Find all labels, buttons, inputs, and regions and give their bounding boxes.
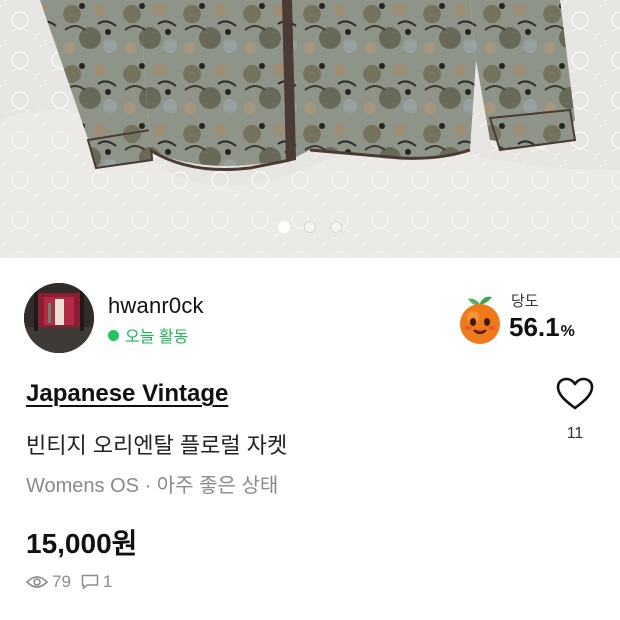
- chat-bubble-icon: [81, 574, 99, 590]
- product-title: 빈티지 오리엔탈 플로럴 자켓: [26, 433, 288, 458]
- sweetness-value: 56.1%: [509, 312, 575, 343]
- product-price: 15,000원: [26, 528, 138, 559]
- eye-icon: [26, 576, 48, 588]
- avatar-image: [24, 283, 94, 353]
- sweetness-badge[interactable]: 당도 56.1%: [456, 287, 596, 347]
- peach-face-icon: [460, 296, 500, 344]
- chat-stat: 1: [81, 572, 112, 592]
- seller-row: hwanr0ck 오늘 활동 당도 56.1%: [24, 283, 596, 353]
- chat-count: 1: [102, 572, 113, 591]
- activity-label: 오늘 활동: [125, 329, 189, 346]
- heart-icon: [556, 377, 594, 410]
- pager-dot-3[interactable]: [330, 221, 342, 233]
- brand-link[interactable]: Japanese Vintage: [26, 380, 228, 408]
- sweetness-label: 당도: [511, 293, 539, 310]
- seller-username[interactable]: hwanr0ck: [108, 293, 204, 319]
- product-photo[interactable]: [0, 0, 620, 258]
- product-stats: 79 1: [26, 572, 122, 592]
- view-stat: 79: [26, 572, 71, 592]
- view-count: 79: [52, 572, 71, 591]
- like-count: 11: [566, 425, 584, 442]
- avatar[interactable]: [24, 283, 94, 353]
- sweetness-number: 56.1: [509, 312, 560, 342]
- photo-pager: [0, 221, 620, 233]
- product-meta: Womens OS · 아주 좋은 상태: [26, 475, 279, 497]
- activity-status: 오늘 활동: [108, 323, 188, 347]
- pager-dot-2[interactable]: [304, 221, 316, 233]
- pager-dot-1[interactable]: [278, 221, 290, 233]
- sweetness-unit: %: [560, 323, 575, 340]
- online-dot-icon: [108, 329, 119, 341]
- like-button[interactable]: 11: [553, 377, 597, 457]
- jacket-photo-image: [0, 0, 620, 258]
